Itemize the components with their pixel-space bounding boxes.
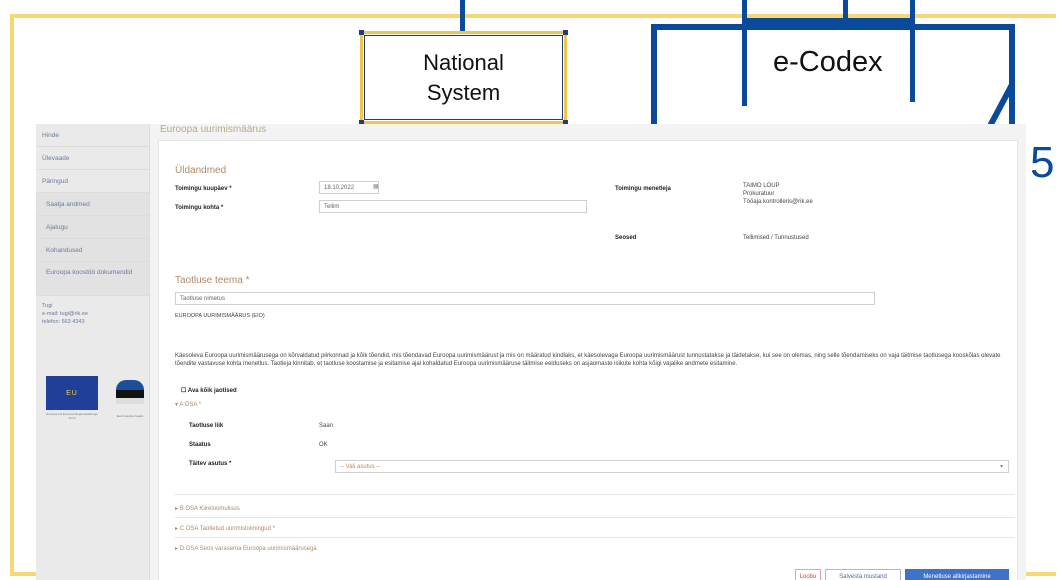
operator-label: Toimingu menetleja: [615, 186, 671, 192]
divider: [175, 494, 1015, 495]
date-value: 18.10.2022: [324, 185, 355, 191]
status-label: Staatus: [189, 442, 211, 448]
sidebar-item-history[interactable]: Ajalugu: [36, 216, 149, 239]
national-system-label-line2: System: [426, 79, 501, 105]
logos: EU Euroopa Liit Euroopa Regionaalarengu …: [46, 376, 148, 420]
name-label: Toimingu kohta *: [175, 205, 224, 211]
section-c-toggle[interactable]: ▸ C OSA Taotletud uurimistoimingud *: [175, 525, 275, 532]
related-value[interactable]: Tellimised / Tunnustused: [743, 235, 809, 242]
operator-line: Tööaja kontrolleris@rik.ee: [743, 199, 813, 205]
request-placeholder: Taotluse nimetus: [180, 296, 226, 302]
handle-icon: [563, 30, 568, 35]
open-all-label: Ava kõik jaotised: [187, 388, 237, 394]
embedded-screenshot: Hinde Ülevaade Päringud Saatja andmed Aj…: [36, 124, 1026, 580]
sidebar: Hinde Ülevaade Päringud Saatja andmed Aj…: [36, 124, 150, 580]
contact-line: telefon: 663 4343: [42, 319, 85, 325]
status-value: OK: [319, 442, 328, 448]
section-a-toggle[interactable]: ▾ A OSA *: [175, 401, 201, 408]
type-label: Taotluse liik: [189, 423, 224, 429]
sidebar-item-requests[interactable]: Päringud: [36, 170, 149, 193]
name-value: Tellim: [324, 204, 340, 210]
section-title-general: Üldandmed: [175, 165, 227, 176]
ee-caption: Eesti tuleviku heaks: [116, 414, 144, 418]
operator-line: Prokuratuur: [743, 191, 775, 197]
contact-info: Tugi e-mail: tugi@rik.ee telefon: 663 43…: [36, 296, 149, 332]
request-subject-input[interactable]: Taotluse nimetus: [175, 292, 875, 305]
related-label: Seosed: [615, 235, 637, 241]
connector-national: [460, 0, 465, 31]
form-card: Üldandmed Toimingu kuupäev * 18.10.2022 …: [158, 140, 1018, 580]
name-input[interactable]: Tellim: [319, 200, 587, 213]
section-c-title: C OSA Taotletud uurimistoimingud *: [179, 526, 275, 532]
national-system-label-line1: National: [423, 49, 504, 75]
submit-button[interactable]: Menetluse allkirjastamine: [905, 569, 1009, 580]
sidebar-item-settings[interactable]: Kohandused: [36, 239, 149, 262]
authority-placeholder: -- Vali asutus --: [340, 464, 381, 470]
cropped-number: 5: [1030, 138, 1055, 187]
request-paragraph: Käesoleva Euroopa uurimismäärusega on kõ…: [175, 353, 1001, 367]
page-title: Euroopa uurimismäärus: [160, 124, 267, 135]
open-all-checkbox[interactable]: ☐ Ava kõik jaotised: [181, 387, 237, 394]
cancel-button[interactable]: Loobu: [795, 569, 821, 580]
sidebar-item-home[interactable]: Hinde: [36, 124, 149, 147]
authority-select[interactable]: -- Vali asutus -- ▾: [335, 460, 1009, 473]
handle-icon: [359, 30, 364, 35]
date-label: Toimingu kuupäev *: [175, 186, 232, 192]
section-d-title: D OSA Seos varasema Euroopa uurimismääru…: [179, 546, 317, 552]
estonia-logo-icon: [112, 376, 148, 412]
ecodex-box: [651, 24, 1015, 136]
date-input[interactable]: 18.10.2022: [319, 181, 379, 194]
form-code: EUROOPA UURIMISMÄÄRUS (EIO): [175, 313, 265, 319]
section-title-request: Taotluse teema *: [175, 275, 250, 286]
section-a-title: A OSA *: [179, 402, 202, 408]
contact-line: Tugi: [42, 303, 53, 309]
operator-line: TAIMO LOUP: [743, 183, 780, 189]
section-b-toggle[interactable]: ▸ B OSA Kiireloomulisus: [175, 505, 240, 512]
eu-flag-text: EU: [66, 389, 78, 397]
section-d-toggle[interactable]: ▸ D OSA Seos varasema Euroopa uurimismää…: [175, 545, 317, 552]
divider: [175, 517, 1015, 518]
ecodex-label: e-Codex: [773, 46, 883, 78]
divider: [175, 537, 1015, 538]
eu-flag-icon: EU: [46, 376, 98, 410]
main-area: Euroopa uurimismäärus Üldandmed Toimingu…: [150, 124, 1026, 580]
section-b-title: B OSA Kiireloomulisus: [179, 506, 240, 512]
calendar-icon[interactable]: ▦: [373, 184, 379, 191]
sidebar-item-documents[interactable]: Euroopa koostöö dokumendid: [36, 262, 149, 296]
national-system-box: National System: [359, 30, 568, 125]
save-draft-button[interactable]: Salvesta mustand: [825, 569, 901, 580]
eu-caption: Euroopa Liit Euroopa Regionaalarengu Fon…: [46, 412, 98, 420]
contact-line[interactable]: e-mail: tugi@rik.ee: [42, 310, 143, 318]
type-value: Saan: [319, 423, 334, 429]
sidebar-item-sender[interactable]: Saatja andmed: [36, 193, 149, 216]
sidebar-item-overview[interactable]: Ülevaade: [36, 147, 149, 170]
authority-label: Täitev asutus *: [189, 461, 232, 467]
chevron-down-icon: ▾: [999, 464, 1003, 470]
